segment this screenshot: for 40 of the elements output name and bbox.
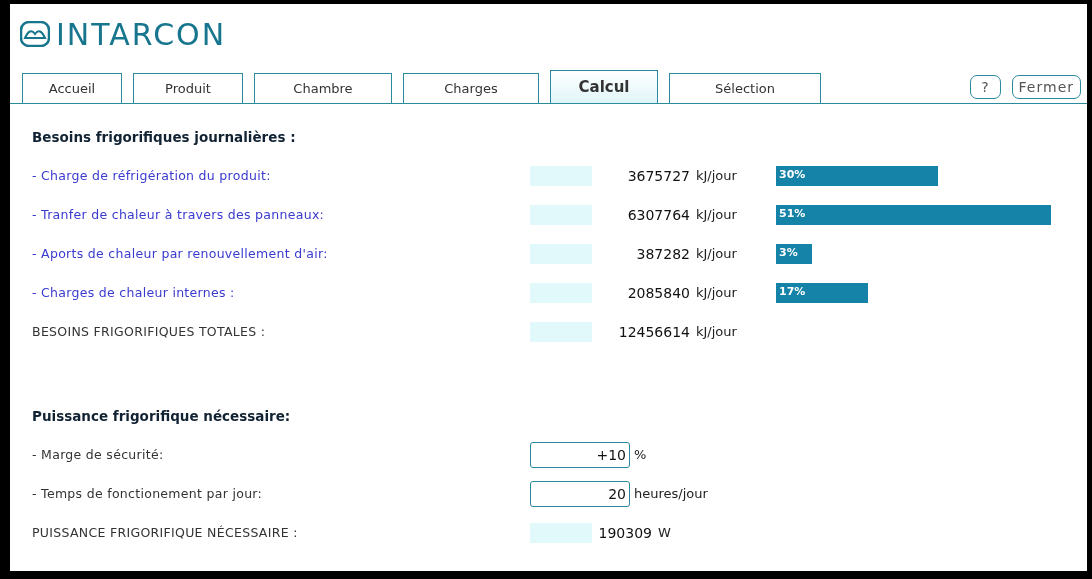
value-field: 2085840: [530, 282, 690, 303]
percentage-bar: 17%: [776, 282, 868, 303]
unit-label: kJ/jour: [696, 168, 738, 183]
value-field: 3675727: [530, 165, 690, 186]
tab[interactable]: Produit: [133, 73, 243, 103]
row-label: - Marge de sécurité:: [32, 447, 165, 462]
total-label: PUISSANCE FRIGORIFIQUE NÉCESSAIRE :: [32, 525, 299, 540]
value-field: 387282: [530, 243, 690, 264]
percentage-bar: 51%: [776, 204, 1052, 225]
tab[interactable]: Accueil: [22, 73, 122, 103]
value-field: 12456614: [530, 321, 690, 342]
tab[interactable]: Chambre: [254, 73, 392, 103]
unit-label: kJ/jour: [696, 324, 738, 339]
unit-label: kJ/jour: [696, 246, 738, 261]
section-title: Besoins frigorifiques journalières :: [32, 128, 297, 147]
tab[interactable]: Charges: [403, 73, 539, 103]
row-label: - Charges de chaleur internes :: [32, 285, 236, 300]
tab[interactable]: Sélection: [669, 73, 821, 103]
percentage-bar: 3%: [776, 243, 812, 264]
unit-label: kJ/jour: [696, 285, 738, 300]
help-button[interactable]: ?: [970, 75, 1001, 99]
unit-label: kJ/jour: [696, 207, 738, 222]
row-label: - Charge de réfrigération du produit:: [32, 168, 272, 183]
close-button[interactable]: Fermer: [1011, 75, 1081, 99]
percentage-bar: 30%: [776, 165, 938, 186]
unit-label: W: [658, 525, 672, 540]
unit-label: heures/jour: [634, 486, 708, 501]
total-label: BESOINS FRIGORIFIQUES TOTALES :: [32, 324, 267, 339]
value-field: 6307764: [530, 204, 690, 225]
logo-icon: [20, 21, 50, 47]
row-label: - Temps de fonctionement par jour:: [32, 486, 264, 501]
row-label: - Tranfer de chaleur à travers des panneaux:: [32, 207, 326, 222]
unit-label: %: [634, 447, 647, 462]
section-title: Puissance frigorifique nécessaire:: [32, 407, 292, 426]
row-label: - Aports de chaleur par renouvellement d'air:: [32, 246, 329, 261]
tab[interactable]: Calcul: [550, 70, 658, 103]
value-field: 190309: [530, 522, 652, 543]
brand-name: INTARCON: [56, 16, 227, 52]
input-field[interactable]: 20: [530, 480, 630, 507]
input-field[interactable]: +10: [530, 441, 630, 468]
